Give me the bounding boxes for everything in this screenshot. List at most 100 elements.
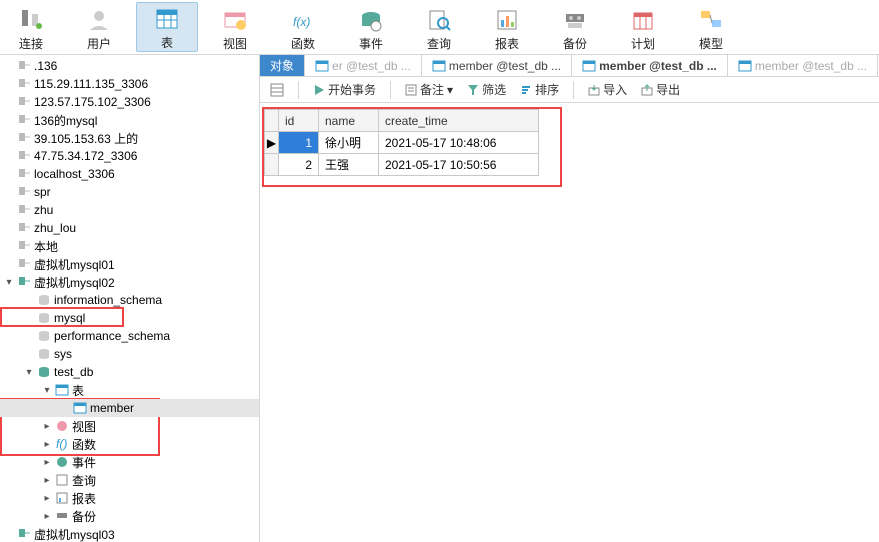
toolbar-label: 计划	[631, 35, 655, 52]
expand-icon[interactable]: ▸	[42, 511, 52, 522]
tree-node-icon	[17, 131, 31, 145]
queries-node[interactable]: ▸查询	[0, 471, 259, 489]
expand-icon[interactable]: ▾	[24, 367, 34, 378]
cell-id[interactable]: 1	[279, 132, 319, 154]
toolbar-view-button[interactable]: 视图	[204, 2, 266, 52]
schema-item[interactable]: mysql	[0, 309, 259, 327]
connection-item[interactable]: localhost_3306	[0, 165, 259, 183]
column-header[interactable]: create_time	[379, 110, 539, 132]
toolbar-connection-button[interactable]: 连接	[0, 2, 62, 52]
toolbar-function-button[interactable]: f(x)函数	[272, 2, 334, 52]
filter-button[interactable]: 筛选	[463, 79, 510, 100]
svg-text:f(): f()	[56, 437, 67, 451]
tree-node-icon	[37, 329, 51, 343]
tree-node-icon	[37, 365, 51, 379]
toolbar-label: 表	[161, 34, 173, 51]
tree-node-label: .136	[34, 59, 57, 73]
import-button[interactable]: 导入	[584, 79, 631, 100]
tree-node-icon	[17, 149, 31, 163]
editor-tab[interactable]: member @test_db ...	[572, 55, 728, 76]
toolbar-query-button[interactable]: 查询	[408, 2, 470, 52]
editor-tab[interactable]: member @test_db ...	[728, 55, 878, 76]
connection-item[interactable]: 39.105.153.63 上的	[0, 129, 259, 147]
connection-item[interactable]: 本地	[0, 237, 259, 255]
tree-node-label: 虚拟机mysql02	[34, 274, 115, 291]
toolbar-model-button[interactable]: 模型	[680, 2, 742, 52]
expand-icon[interactable]: ▸	[42, 493, 52, 504]
table-row[interactable]: ▶1徐小明2021-05-17 10:48:06	[265, 132, 539, 154]
export-button[interactable]: 导出	[637, 79, 684, 100]
tab-label: member @test_db ...	[599, 59, 717, 73]
editor-tab[interactable]: member @test_db ...	[422, 55, 572, 76]
cell-id[interactable]: 2	[279, 154, 319, 176]
cell-name[interactable]: 王强	[319, 154, 379, 176]
tree-node-label: mysql	[54, 311, 85, 325]
tree-node-label: 事件	[72, 454, 96, 471]
expand-icon[interactable]: ▾	[4, 277, 14, 288]
connection-item[interactable]: 136的mysql	[0, 111, 259, 129]
cell-time[interactable]: 2021-05-17 10:50:56	[379, 154, 539, 176]
toolbar-schedule-button[interactable]: 计划	[612, 2, 674, 52]
event-icon	[357, 7, 385, 33]
connection-item[interactable]: 虚拟机mysql01	[0, 255, 259, 273]
views-node[interactable]: ▸视图	[0, 417, 259, 435]
expand-icon[interactable]: ▸	[42, 421, 52, 432]
tree-node-label: 函数	[72, 436, 96, 453]
tables-node[interactable]: ▾表	[0, 381, 259, 399]
reports-node[interactable]: ▸报表	[0, 489, 259, 507]
cell-name[interactable]: 徐小明	[319, 132, 379, 154]
toolbar-report-button[interactable]: 报表	[476, 2, 538, 52]
expand-icon[interactable]: ▾	[42, 385, 52, 396]
toolbar-label: 连接	[19, 35, 43, 52]
view-icon	[221, 7, 249, 33]
toolbar-label: 报表	[495, 35, 519, 52]
memo-button[interactable]: 备注 ▾	[401, 79, 457, 100]
connection-item[interactable]: 123.57.175.102_3306	[0, 93, 259, 111]
connection-item[interactable]: spr	[0, 183, 259, 201]
expand-icon[interactable]: ▸	[42, 457, 52, 468]
tree-node-label: information_schema	[54, 293, 162, 307]
row-indicator	[265, 154, 279, 176]
expand-icon[interactable]: ▸	[42, 475, 52, 486]
tree-node-label: 备份	[72, 508, 96, 525]
toolbar-table-button[interactable]: 表	[136, 2, 198, 52]
tree-node-label: spr	[34, 185, 51, 199]
connection-icon	[17, 7, 45, 33]
schema-item[interactable]: performance_schema	[0, 327, 259, 345]
schema-item-open[interactable]: ▾ test_db	[0, 363, 259, 381]
backups-node[interactable]: ▸ 备份	[0, 507, 259, 525]
tree-node-label: localhost_3306	[34, 167, 115, 181]
tree-node-label: test_db	[54, 365, 93, 379]
editor-tab[interactable]: er @test_db ...	[305, 55, 422, 76]
column-header[interactable]: id	[279, 110, 319, 132]
editor-tab[interactable]: 对象	[260, 55, 305, 76]
expand-icon[interactable]: ▸	[42, 439, 52, 450]
begin-transaction-button[interactable]: 开始事务	[309, 79, 380, 100]
tree-node-icon	[17, 221, 31, 235]
toolbar-event-button[interactable]: 事件	[340, 2, 402, 52]
functions-node[interactable]: ▸ f() 函数	[0, 435, 259, 453]
connection-item[interactable]: 115.29.111.135_3306	[0, 75, 259, 93]
connection-item-open[interactable]: ▾ 虚拟机mysql02	[0, 273, 259, 291]
schema-item[interactable]: information_schema	[0, 291, 259, 309]
data-grid[interactable]: id name create_time ▶1徐小明2021-05-17 10:4…	[264, 109, 539, 176]
table-item[interactable]: member	[0, 399, 259, 417]
toolbar-label: 事件	[359, 35, 383, 52]
schema-item[interactable]: sys	[0, 345, 259, 363]
toolbar-backup-button[interactable]: 备份	[544, 2, 606, 52]
connection-item[interactable]: 虚拟机mysql03	[0, 525, 259, 542]
events-node[interactable]: ▸ 事件	[0, 453, 259, 471]
toolbar-label: 模型	[699, 35, 723, 52]
toolbar-user-button[interactable]: 用户	[68, 2, 130, 52]
connection-item[interactable]: 47.75.34.172_3306	[0, 147, 259, 165]
table-row[interactable]: 2王强2021-05-17 10:50:56	[265, 154, 539, 176]
grid-icon[interactable]	[266, 81, 288, 99]
tree-node-icon	[17, 239, 31, 253]
column-header[interactable]: name	[319, 110, 379, 132]
connection-item[interactable]: zhu	[0, 201, 259, 219]
sort-button[interactable]: 排序	[516, 79, 563, 100]
connection-item[interactable]: .136	[0, 57, 259, 75]
connection-item[interactable]: zhu_lou	[0, 219, 259, 237]
cell-time[interactable]: 2021-05-17 10:48:06	[379, 132, 539, 154]
backup-icon	[561, 7, 589, 33]
